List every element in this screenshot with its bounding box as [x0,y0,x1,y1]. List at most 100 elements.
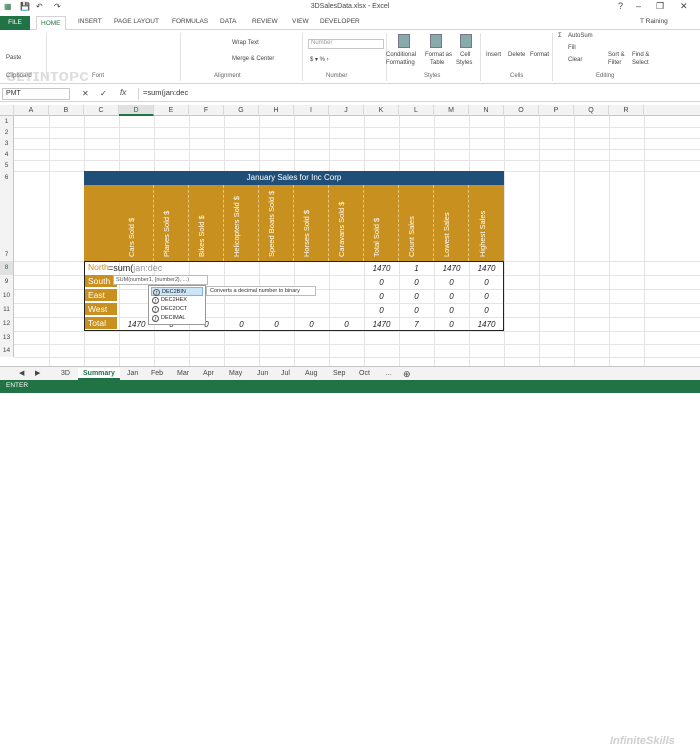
row-label-west[interactable]: West [84,303,117,316]
tab-view[interactable]: VIEW [292,18,309,25]
select-all-corner[interactable] [0,105,14,116]
autocomplete-item[interactable]: ƒ DEC2BIN [151,287,203,296]
format-button[interactable]: Format [530,52,549,58]
header-bikes[interactable]: Bikes Sold $ [189,185,224,261]
cell-m10[interactable]: 0 [434,290,469,303]
restore-icon[interactable]: ❐ [656,1,664,12]
column-header-o[interactable]: O [504,105,539,116]
row-header-2[interactable]: 2 [0,127,14,138]
cell-j12[interactable]: 0 [329,318,364,331]
row-header-8[interactable]: 8 [0,261,14,275]
tab-developer[interactable]: DEVELOPER [320,18,360,25]
tab-data[interactable]: DATA [220,18,236,25]
active-cell-d8[interactable]: =sum(jan:dec [108,263,162,273]
header-lowest-sales[interactable]: Lowest Sales [434,185,469,261]
row-header-5[interactable]: 5 [0,160,14,171]
more-sheets-icon[interactable]: … [380,368,397,380]
column-header-m[interactable]: M [434,105,469,116]
cell-n10[interactable]: 0 [469,290,504,303]
row-header-10[interactable]: 10 [0,289,14,303]
insert-function-icon[interactable]: fx [120,88,126,97]
tab-formulas[interactable]: FORMULAS [172,18,208,25]
column-header-a[interactable]: A [14,105,49,116]
column-header-l[interactable]: L [399,105,434,116]
cell-l11[interactable]: 0 [399,304,434,317]
header-cars[interactable]: Cars Sold $ [119,185,154,261]
header-blank-cell[interactable] [84,185,119,261]
sheet-tab-mar[interactable]: Mar [172,368,194,380]
row-header-7[interactable]: 7 [0,185,14,261]
tab-file[interactable]: FILE [0,16,30,30]
column-header-p[interactable]: P [539,105,574,116]
cell-l12[interactable]: 7 [399,318,434,331]
sheet-tab-aug[interactable]: Aug [300,368,322,380]
help-icon[interactable]: ? [618,1,623,11]
column-header-j[interactable]: J [329,105,364,116]
row-header-1[interactable]: 1 [0,116,14,127]
cell-m12[interactable]: 0 [434,318,469,331]
header-count-sales[interactable]: Count Sales [399,185,434,261]
row-header-3[interactable]: 3 [0,138,14,149]
row-label-total[interactable]: Total [84,317,117,330]
sort-filter-button[interactable]: Sort & [608,52,625,58]
autocomplete-item[interactable]: ƒ DEC2OCT [151,305,203,314]
sheet-tab-jan[interactable]: Jan [122,368,143,380]
table-title[interactable]: January Sales for Inc Corp [84,171,504,185]
header-speed-boats[interactable]: Speed Boats Sold $ [259,185,294,261]
close-icon[interactable]: ✕ [680,1,688,12]
cancel-icon[interactable]: ✕ [82,89,89,98]
cell-m11[interactable]: 0 [434,304,469,317]
column-header-f[interactable]: F [189,105,224,116]
cell-k9[interactable]: 0 [364,276,399,289]
scroll-right-icon[interactable]: ▶ [30,368,45,380]
cell-g12[interactable]: 0 [224,318,259,331]
sheet-tab-jun[interactable]: Jun [252,368,273,380]
cell-k10[interactable]: 0 [364,290,399,303]
header-total-sold[interactable]: Total Sold $ [364,185,399,261]
currency-icon[interactable]: $ ▾ % › [310,56,329,63]
row-header-9[interactable]: 9 [0,275,14,289]
row-header-6[interactable]: 6 [0,171,14,185]
cell-l8[interactable]: 1 [399,262,434,275]
clear-button[interactable]: Clear [568,57,582,63]
header-planes[interactable]: Planes Sold $ [154,185,189,261]
cell-n9[interactable]: 0 [469,276,504,289]
header-highest-sales[interactable]: Highest Sales [469,185,504,261]
sheet-tab-sep[interactable]: Sep [328,368,350,380]
sheet-tab-may[interactable]: May [224,368,247,380]
sheet-tab-summary[interactable]: Summary [78,368,120,380]
column-header-n[interactable]: N [469,105,504,116]
header-caravans[interactable]: Caravans Sold $ [329,185,364,261]
cell-i12[interactable]: 0 [294,318,329,331]
autocomplete-item[interactable]: ƒ DECIMAL [151,314,203,323]
cell-m9[interactable]: 0 [434,276,469,289]
row-header-11[interactable]: 11 [0,303,14,317]
row-label-east[interactable]: East [84,289,117,302]
column-header-e[interactable]: E [154,105,189,116]
add-sheet-icon[interactable]: ⊕ [398,368,416,380]
insert-button[interactable]: Insert [486,52,501,58]
column-header-h[interactable]: H [259,105,294,116]
tab-insert[interactable]: INSERT [78,18,102,25]
row-header-12[interactable]: 12 [0,317,14,331]
cell-n8[interactable]: 1470 [469,262,504,275]
column-header-i[interactable]: I [294,105,329,116]
column-header-c[interactable]: C [84,105,119,116]
sheet-tab-oct[interactable]: Oct [354,368,375,380]
tab-home[interactable]: HOME [36,16,66,31]
cell-k12[interactable]: 1470 [364,318,399,331]
sheet-tab-apr[interactable]: Apr [198,368,219,380]
user-name[interactable]: T Raining [640,18,668,25]
row-header-14[interactable]: 14 [0,344,14,357]
find-select-button[interactable]: Find & [632,52,649,58]
wrap-text-button[interactable]: Wrap Text [232,40,259,46]
column-header-d[interactable]: D [119,105,154,116]
number-format-select[interactable]: Number [308,39,384,49]
merge-center-button[interactable]: Merge & Center [232,56,274,62]
cell-n11[interactable]: 0 [469,304,504,317]
cell-k8[interactable]: 1470 [364,262,399,275]
conditional-formatting-button[interactable]: Conditional [386,52,416,58]
sheet-tab-jul[interactable]: Jul [276,368,295,380]
format-as-table-button[interactable]: Format as [425,52,452,58]
cell-m8[interactable]: 1470 [434,262,469,275]
